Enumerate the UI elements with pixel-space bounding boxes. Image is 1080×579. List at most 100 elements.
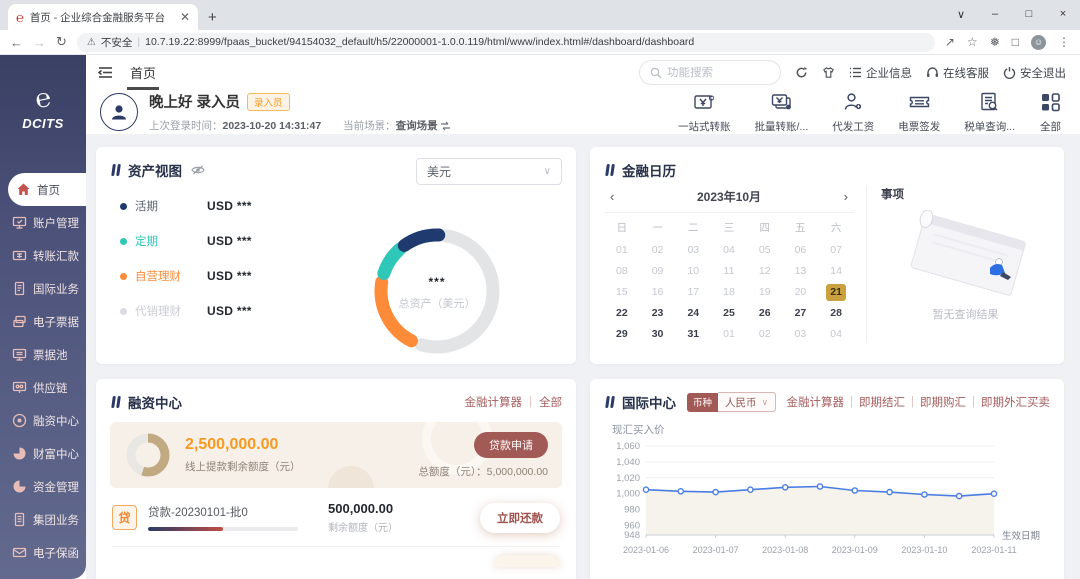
theme-shirt-icon[interactable] <box>822 66 835 79</box>
sidebar-item-label: 账户管理 <box>33 215 79 231</box>
next-month-icon[interactable]: › <box>832 189 848 204</box>
calendar-day[interactable]: 12 <box>747 263 783 280</box>
currency-type-select[interactable]: 币种 人民币∨ <box>687 392 776 412</box>
online-service-link[interactable]: 在线客服 <box>926 65 989 81</box>
calendar-day-today[interactable]: 21 <box>826 284 846 301</box>
calendar-day[interactable]: 01 <box>711 326 747 343</box>
calendar-day[interactable]: 29 <box>604 326 640 343</box>
quick-action-批量转账/...[interactable]: 批量转账/... <box>755 90 809 134</box>
calendar-day[interactable]: 17 <box>675 284 711 301</box>
sidebar-item-财富中心[interactable]: 财富中心 <box>0 437 86 470</box>
calendar-day[interactable]: 22 <box>604 305 640 322</box>
calendar-day[interactable]: 06 <box>783 242 819 259</box>
tab-close-icon[interactable]: ✕ <box>180 10 190 24</box>
calendar-day[interactable]: 30 <box>640 326 676 343</box>
calendar-day[interactable]: 15 <box>604 284 640 301</box>
current-scene[interactable]: 当前场景：查询场景 <box>343 118 451 133</box>
intl-link-即期购汇[interactable]: 即期购汇 <box>920 394 966 410</box>
address-bar[interactable]: ⚠ 不安全 | 10.7.19.22:8999/fpaas_bucket/941… <box>77 33 935 52</box>
calendar-day[interactable]: 23 <box>640 305 676 322</box>
toggle-visibility-eye-icon[interactable] <box>191 164 205 176</box>
back-icon[interactable]: ← <box>10 35 23 50</box>
calendar-day[interactable]: 03 <box>675 242 711 259</box>
calendar-day[interactable]: 09 <box>640 263 676 280</box>
sidebar-item-集团业务[interactable]: 集团业务 <box>0 503 86 536</box>
wealth-pie-icon <box>12 446 27 461</box>
window-close-icon[interactable]: × <box>1046 0 1080 28</box>
sidebar-item-账户管理[interactable]: 账户管理 <box>0 206 86 239</box>
refresh-icon[interactable] <box>795 66 808 79</box>
page-tab-home[interactable]: 首页 <box>127 55 159 90</box>
repay-now-button[interactable]: 立即还款 <box>480 503 560 533</box>
sidebar-item-票据池[interactable]: 票据池 <box>0 338 86 371</box>
intl-link-金融计算器[interactable]: 金融计算器 <box>787 394 845 410</box>
calendar-day[interactable]: 03 <box>783 326 819 343</box>
forward-icon[interactable]: → <box>33 35 46 50</box>
quick-action-电票签发[interactable]: 电票签发 <box>898 90 940 134</box>
switch-scene-icon[interactable] <box>440 121 451 131</box>
calendar-day[interactable]: 10 <box>675 263 711 280</box>
calendar-day[interactable]: 26 <box>747 305 783 322</box>
calendar-day[interactable]: 18 <box>711 284 747 301</box>
sidebar-item-电子保函[interactable]: 电子保函 <box>0 536 86 569</box>
new-tab-button[interactable]: + <box>208 9 217 26</box>
function-search[interactable] <box>639 60 781 85</box>
window-maximize-icon[interactable]: □ <box>1012 0 1046 28</box>
calendar-day[interactable]: 28 <box>818 305 854 322</box>
calendar-day[interactable]: 20 <box>783 284 819 301</box>
calendar-day[interactable]: 19 <box>747 284 783 301</box>
enterprise-info-link[interactable]: 企业信息 <box>849 65 912 81</box>
quick-action-税单查询...[interactable]: 税单查询... <box>964 90 1015 134</box>
sidebar-item-转账汇款[interactable]: 转账汇款 <box>0 239 86 272</box>
sidebar-item-电子票据[interactable]: 电子票据 <box>0 305 86 338</box>
sidebar-item-资金管理[interactable]: 资金管理 <box>0 470 86 503</box>
browser-menu-icon[interactable]: ⋮ <box>1058 35 1070 49</box>
loan-apply-button[interactable]: 贷款申请 <box>474 432 548 458</box>
collapse-sidebar-icon[interactable] <box>98 65 113 80</box>
browser-profile-icon[interactable]: ☺ <box>1031 35 1046 50</box>
calendar-day[interactable]: 14 <box>818 263 854 280</box>
calendar-day[interactable]: 11 <box>711 263 747 280</box>
calendar-day[interactable]: 02 <box>747 326 783 343</box>
quick-action-全部[interactable]: 全部 <box>1039 90 1062 134</box>
calendar-day[interactable]: 02 <box>640 242 676 259</box>
prev-month-icon[interactable]: ‹ <box>610 189 626 204</box>
quick-action-一站式转账[interactable]: 一站式转账 <box>678 90 731 134</box>
search-input[interactable] <box>667 67 767 79</box>
sidebar-item-首页[interactable]: 首页 <box>8 173 86 206</box>
sidebar-item-供应链[interactable]: 供应链 <box>0 371 86 404</box>
financing-links: 金融计算器 | 全部 <box>465 394 563 410</box>
calendar-day[interactable]: 25 <box>711 305 747 322</box>
share-icon[interactable]: ↗ <box>945 35 955 49</box>
calendar-day[interactable]: 04 <box>818 326 854 343</box>
extensions-icon[interactable]: ❅ <box>990 35 1000 49</box>
intl-link-即期结汇[interactable]: 即期结汇 <box>859 394 905 410</box>
chevron-down-icon: ∨ <box>762 397 769 408</box>
sidebar-item-融资中心[interactable]: 融资中心 <box>0 404 86 437</box>
sidebar-item-国际业务[interactable]: 国际业务 <box>0 272 86 305</box>
calendar-day[interactable]: 01 <box>604 242 640 259</box>
fx-line-chart: 1,0601,0401,0201,0009809609482023-01-062… <box>604 439 1050 560</box>
bookmark-star-icon[interactable]: ☆ <box>967 35 978 49</box>
secure-logout-link[interactable]: 安全退出 <box>1003 65 1066 81</box>
side-panel-icon[interactable]: □ <box>1012 35 1019 49</box>
calendar-day[interactable]: 05 <box>747 242 783 259</box>
calendar-day[interactable]: 24 <box>675 305 711 322</box>
calendar-day[interactable]: 31 <box>675 326 711 343</box>
finance-calculator-link[interactable]: 金融计算器 <box>465 394 523 410</box>
window-menu-chevron-icon[interactable]: ∨ <box>944 0 978 28</box>
calendar-day[interactable]: 07 <box>818 242 854 259</box>
calendar-day[interactable]: 16 <box>640 284 676 301</box>
guarantee-mail-icon <box>12 545 27 560</box>
calendar-day[interactable]: 04 <box>711 242 747 259</box>
reload-icon[interactable]: ↻ <box>56 34 67 50</box>
currency-select[interactable]: 美元 ∨ <box>416 158 562 185</box>
calendar-day[interactable]: 08 <box>604 263 640 280</box>
calendar-day[interactable]: 27 <box>783 305 819 322</box>
quick-action-代发工资[interactable]: 代发工资 <box>832 90 874 134</box>
window-minimize-icon[interactable]: – <box>978 0 1012 28</box>
all-link[interactable]: 全部 <box>539 394 562 410</box>
browser-tab[interactable]: ℮ 首页 - 企业综合金融服务平台 ✕ <box>8 4 198 30</box>
intl-link-即期外汇买卖[interactable]: 即期外汇买卖 <box>981 394 1050 410</box>
calendar-day[interactable]: 13 <box>783 263 819 280</box>
